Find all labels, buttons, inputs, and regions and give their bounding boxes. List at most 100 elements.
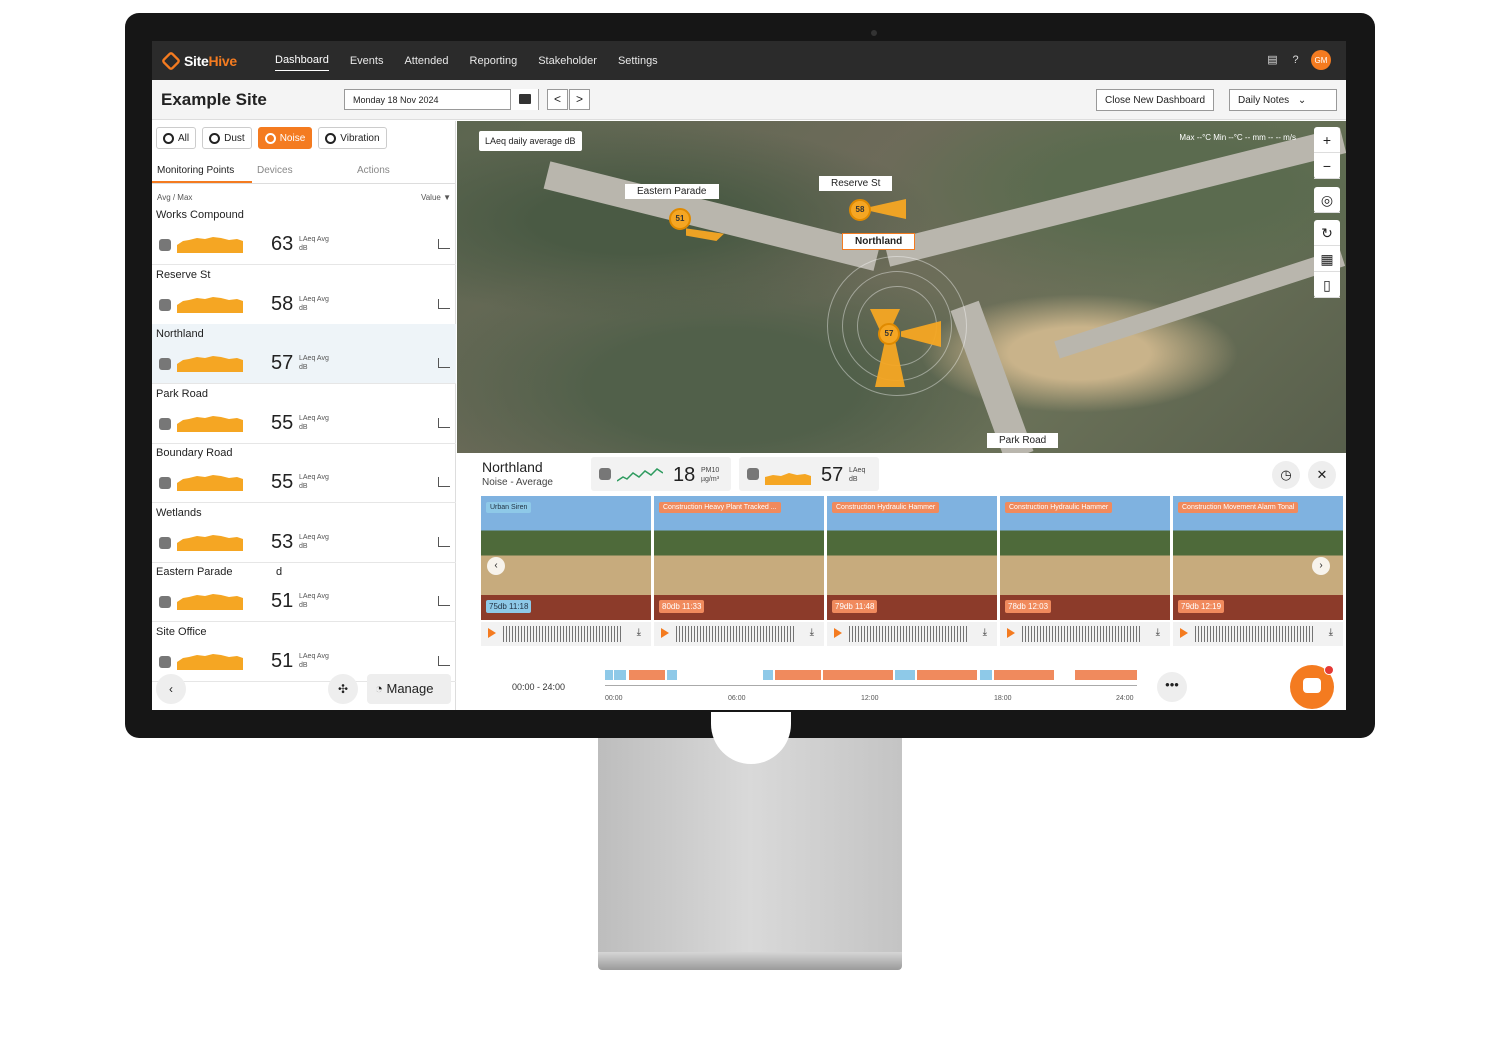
audio-clip-card[interactable]: Construction Heavy Plant Tracked ... 80db… — [654, 496, 824, 651]
nav-reporting[interactable]: Reporting — [470, 51, 518, 71]
download-icon[interactable]: ⤓ — [1329, 627, 1333, 638]
zoom-out-button[interactable]: − — [1314, 153, 1340, 179]
audio-player: ⤓ — [481, 622, 651, 646]
timeline-segment[interactable] — [775, 670, 821, 680]
monitoring-point-row[interactable]: Boundary Road 55 LAeq Avg dB — [152, 443, 456, 503]
monitoring-point-row[interactable]: Works Compound 63 LAeq Avg dB — [152, 205, 456, 265]
noise-summary[interactable]: 57 LAeq dB — [739, 457, 879, 491]
bookmark-icon[interactable]: ▯ — [1314, 272, 1340, 298]
daily-notes-dropdown[interactable]: Daily Notes ⌄ — [1229, 89, 1337, 111]
timeline-segment[interactable] — [917, 670, 977, 680]
download-icon[interactable]: ⤓ — [637, 627, 641, 638]
timeline-segment[interactable] — [614, 670, 626, 680]
download-icon[interactable]: ⤓ — [983, 627, 987, 638]
chart-icon[interactable] — [438, 417, 450, 428]
history-icon[interactable]: ◷ — [1272, 461, 1300, 489]
chart-icon[interactable] — [438, 298, 450, 309]
zoom-in-button[interactable]: + — [1314, 127, 1340, 153]
collapse-sidebar-button[interactable]: ‹ — [156, 674, 186, 704]
notes-icon[interactable]: ▤ — [1265, 54, 1280, 66]
filter-dust[interactable]: Dust — [202, 127, 252, 149]
chat-button[interactable] — [1290, 665, 1334, 709]
monitoring-point-row[interactable]: Reserve St 58 LAeq Avg dB — [152, 265, 456, 325]
audio-clip-card[interactable]: Urban Siren 75db 11:18 ⤓ — [481, 496, 651, 651]
timeline-segment[interactable] — [980, 670, 992, 680]
monitoring-point-row[interactable]: Eastern Parade d 51 LAeq Avg dB — [152, 562, 456, 622]
nav-events[interactable]: Events — [350, 51, 384, 71]
timeline-segment[interactable] — [994, 670, 1054, 680]
timeline-segment[interactable] — [895, 670, 915, 680]
avatar[interactable]: GM — [1311, 50, 1331, 70]
label-eastern-parade[interactable]: Eastern Parade — [625, 184, 719, 199]
audio-clip-card[interactable]: Construction Hydraulic Hammer 79db 11:48 ⤓ — [827, 496, 997, 651]
manage-button[interactable]: ◔ Manage — [367, 674, 451, 704]
timeline-segment[interactable] — [605, 670, 613, 680]
prev-day-button[interactable]: < — [547, 89, 568, 110]
close-dashboard-button[interactable]: Close New Dashboard — [1096, 89, 1215, 111]
label-park-road[interactable]: Park Road — [987, 433, 1059, 448]
date-picker[interactable]: Monday 18 Nov 2024 — [344, 89, 539, 110]
play-icon[interactable] — [1007, 628, 1015, 638]
point-unit: LAeq Avg dB — [299, 236, 329, 252]
map-layers-icon[interactable]: ▦ — [1314, 246, 1340, 272]
play-icon[interactable] — [1180, 628, 1188, 638]
tab-actions[interactable]: Actions — [352, 157, 452, 183]
monitoring-point-row[interactable]: Northland 57 LAeq Avg dB — [152, 324, 456, 384]
download-icon[interactable]: ⤓ — [1156, 627, 1160, 638]
play-icon[interactable] — [834, 628, 842, 638]
download-icon[interactable]: ⤓ — [810, 627, 814, 638]
timeline-segment[interactable] — [667, 670, 677, 680]
nav-attended[interactable]: Attended — [404, 51, 448, 71]
timeline-segment[interactable] — [1075, 670, 1137, 680]
nav-settings[interactable]: Settings — [618, 51, 658, 71]
fan-icon[interactable]: ✣ — [328, 674, 358, 704]
next-day-button[interactable]: > — [569, 89, 590, 110]
avg-max-toggle[interactable]: Avg / Max — [157, 193, 192, 202]
play-icon[interactable] — [661, 628, 669, 638]
locate-button[interactable]: ◎ — [1314, 187, 1340, 213]
refresh-icon[interactable]: ↻ — [1314, 220, 1340, 246]
carousel-prev-button[interactable]: ‹ — [487, 557, 505, 575]
chart-icon[interactable] — [438, 655, 450, 666]
marker-northland[interactable]: 57 — [878, 323, 900, 345]
carousel-next-button[interactable]: › — [1312, 557, 1330, 575]
chart-icon[interactable] — [438, 477, 450, 487]
filter-noise[interactable]: Noise — [257, 127, 313, 149]
marker-eastern-parade[interactable]: 51 — [669, 208, 691, 230]
tab-devices[interactable]: Devices — [252, 157, 352, 183]
site-map[interactable]: LAeq daily average dB Max --°C Min --°C … — [457, 121, 1346, 453]
filter-all[interactable]: All — [156, 127, 197, 149]
webcam — [871, 30, 877, 36]
chart-icon[interactable] — [438, 239, 450, 249]
label-reserve-st[interactable]: Reserve St — [819, 176, 893, 191]
waveform[interactable] — [1195, 626, 1313, 642]
chart-icon[interactable] — [438, 596, 450, 606]
chart-icon[interactable] — [438, 536, 450, 547]
help-icon[interactable]: ? — [1288, 54, 1303, 66]
sitehive-logo[interactable]: SiteHive — [160, 50, 254, 71]
close-icon[interactable]: ✕ — [1308, 461, 1336, 489]
monitoring-point-row[interactable]: Park Road 55 LAeq Avg dB — [152, 384, 456, 444]
sort-value[interactable]: Value ▼ — [421, 193, 451, 202]
tab-monitoring-points[interactable]: Monitoring Points — [152, 157, 252, 183]
more-options-button[interactable]: ••• — [1157, 672, 1187, 702]
waveform[interactable] — [676, 626, 794, 642]
dust-summary[interactable]: 18 PM10 µg/m³ — [591, 457, 731, 491]
timeline-segment[interactable] — [763, 670, 773, 680]
timeline-segment[interactable] — [629, 670, 665, 680]
waveform[interactable] — [849, 626, 967, 642]
monitoring-point-row[interactable]: Wetlands 53 LAeq Avg dB — [152, 503, 456, 563]
audio-clip-card[interactable]: Construction Hydraulic Hammer 78db 12:03 ⤓ — [1000, 496, 1170, 651]
marker-reserve-st[interactable]: 58 — [849, 199, 871, 221]
event-timeline[interactable] — [605, 670, 1137, 680]
waveform[interactable] — [503, 626, 621, 642]
calendar-icon[interactable] — [510, 89, 538, 110]
nav-stakeholder[interactable]: Stakeholder — [538, 51, 597, 71]
filter-vibration[interactable]: Vibration — [318, 127, 387, 149]
label-northland[interactable]: Northland — [842, 233, 916, 250]
waveform[interactable] — [1022, 626, 1140, 642]
chart-icon[interactable] — [438, 358, 450, 368]
play-icon[interactable] — [488, 628, 496, 638]
nav-dashboard[interactable]: Dashboard — [275, 50, 329, 71]
timeline-segment[interactable] — [823, 670, 893, 680]
